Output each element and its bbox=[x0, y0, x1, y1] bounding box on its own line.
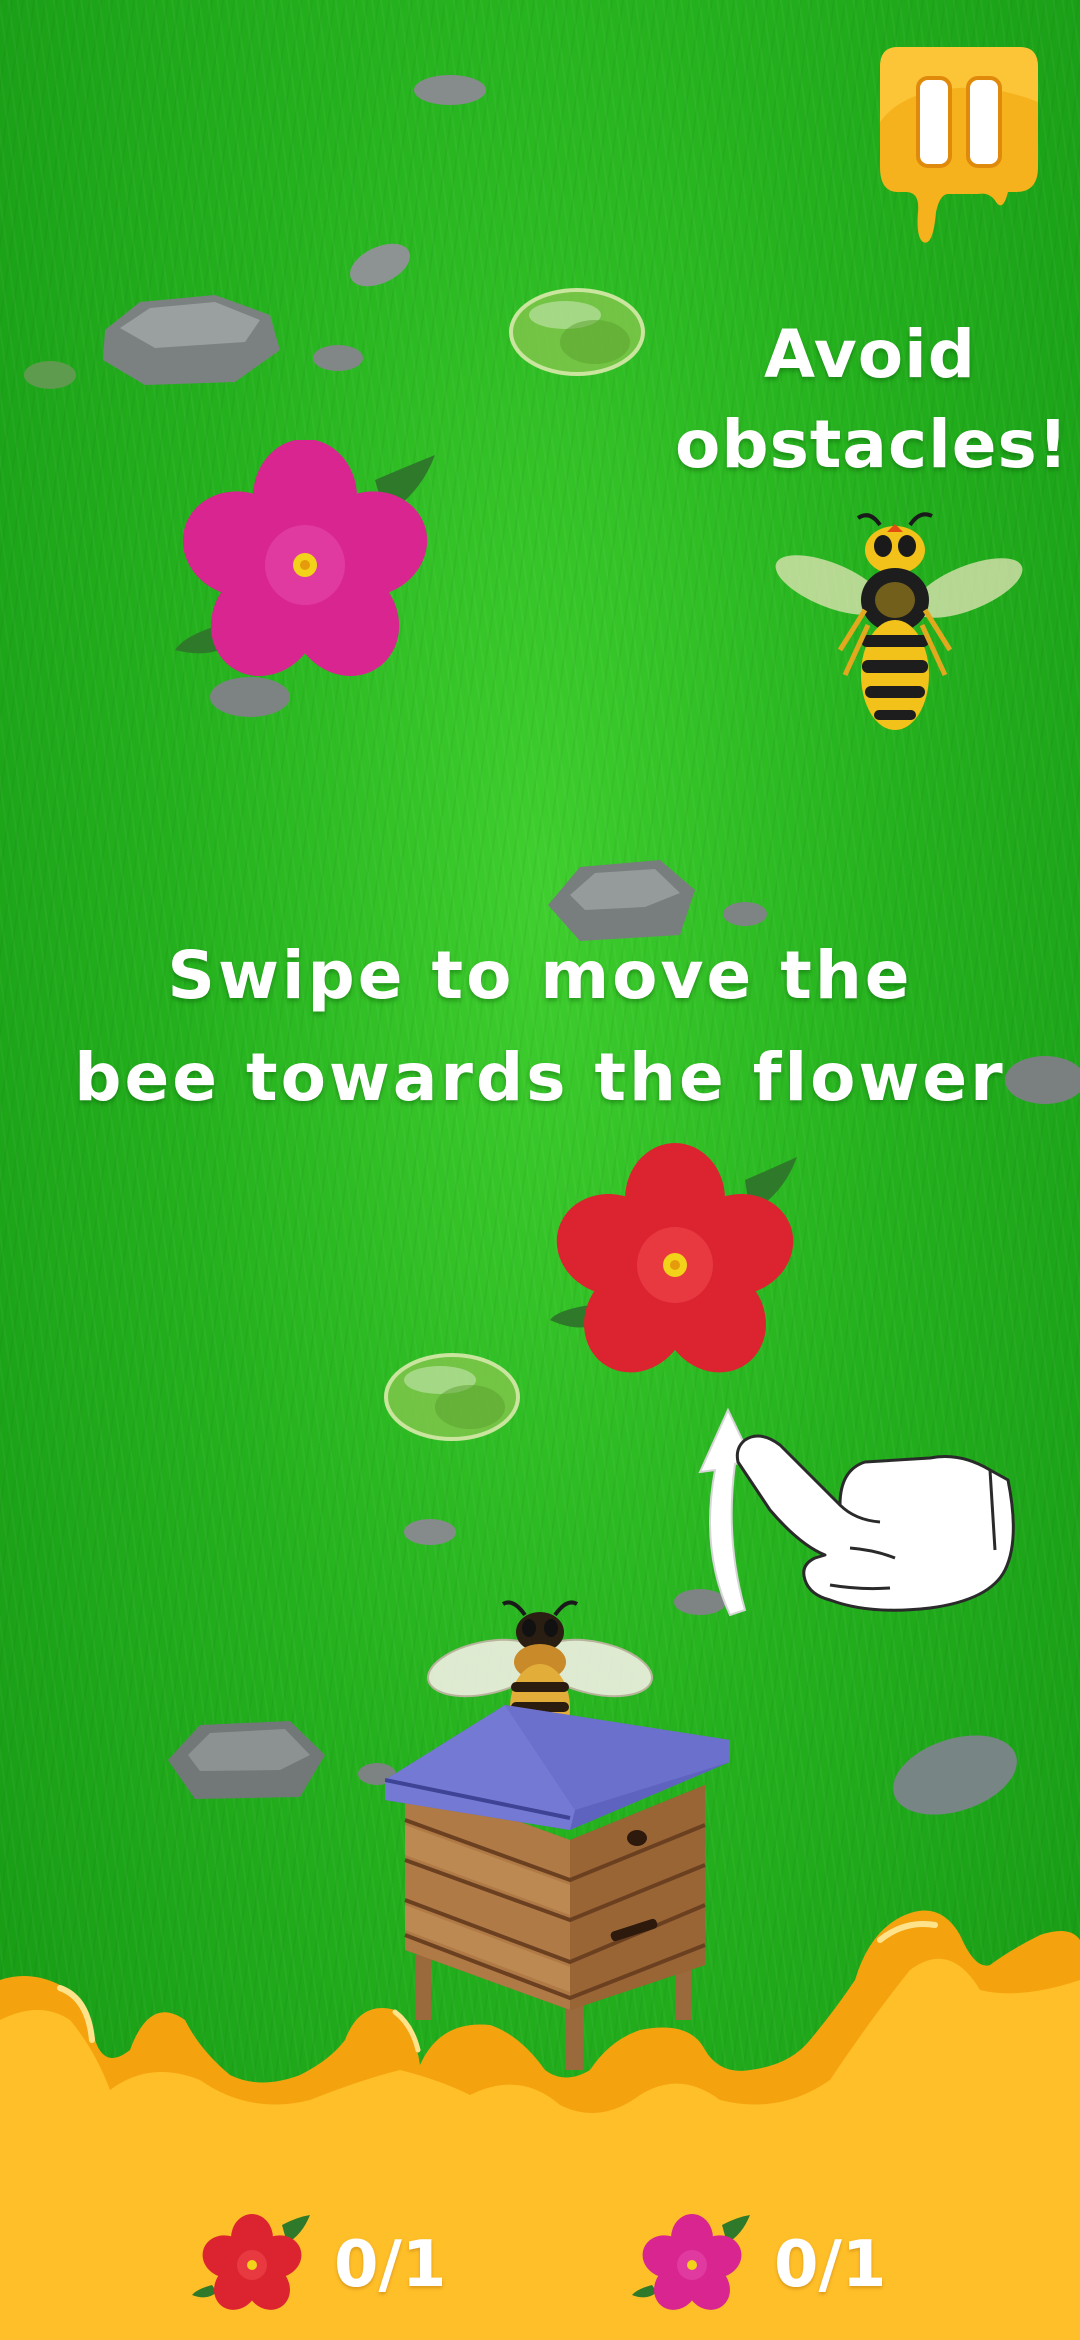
stone bbox=[350, 243, 410, 287]
stone bbox=[313, 345, 363, 371]
red-flower-counter: 0/1 bbox=[192, 2210, 446, 2320]
swipe-hint-line1: Swipe to move the bbox=[167, 937, 913, 1014]
stone bbox=[24, 361, 76, 389]
red-flower-icon bbox=[192, 2214, 310, 2310]
stone bbox=[893, 1735, 1017, 1815]
red-flower-count: 0/1 bbox=[334, 2228, 447, 2302]
swipe-hint-line2: bee towards the flower bbox=[74, 1039, 1006, 1116]
honey-hud-panel bbox=[0, 1910, 1080, 2340]
stone bbox=[103, 295, 280, 385]
stone bbox=[168, 1721, 325, 1799]
wasp-obstacle bbox=[775, 512, 1023, 730]
swipe-instruction-hint: Swipe to move the bee towards the flower bbox=[60, 925, 1020, 1129]
water-droplet bbox=[509, 288, 645, 376]
red-flower bbox=[550, 1143, 797, 1373]
avoid-hint-line1: Avoid bbox=[764, 316, 976, 393]
avoid-obstacles-hint: Avoid obstacles! bbox=[675, 310, 1068, 490]
pink-flower-counter: 0/1 bbox=[632, 2210, 886, 2320]
pink-flower-icon bbox=[632, 2214, 750, 2310]
pink-flower bbox=[175, 440, 435, 677]
pause-icon bbox=[880, 47, 1038, 243]
pink-flower-count: 0/1 bbox=[774, 2228, 887, 2302]
hand-swipe-icon bbox=[698, 1407, 1015, 1617]
avoid-hint-line2: obstacles! bbox=[675, 406, 1069, 483]
stone bbox=[414, 75, 486, 105]
game-field[interactable]: Avoid obstacles! Swipe to move the bee t… bbox=[0, 0, 1080, 2340]
pause-button[interactable] bbox=[878, 42, 1040, 252]
water-droplet bbox=[384, 1353, 520, 1441]
stone bbox=[404, 1519, 456, 1545]
